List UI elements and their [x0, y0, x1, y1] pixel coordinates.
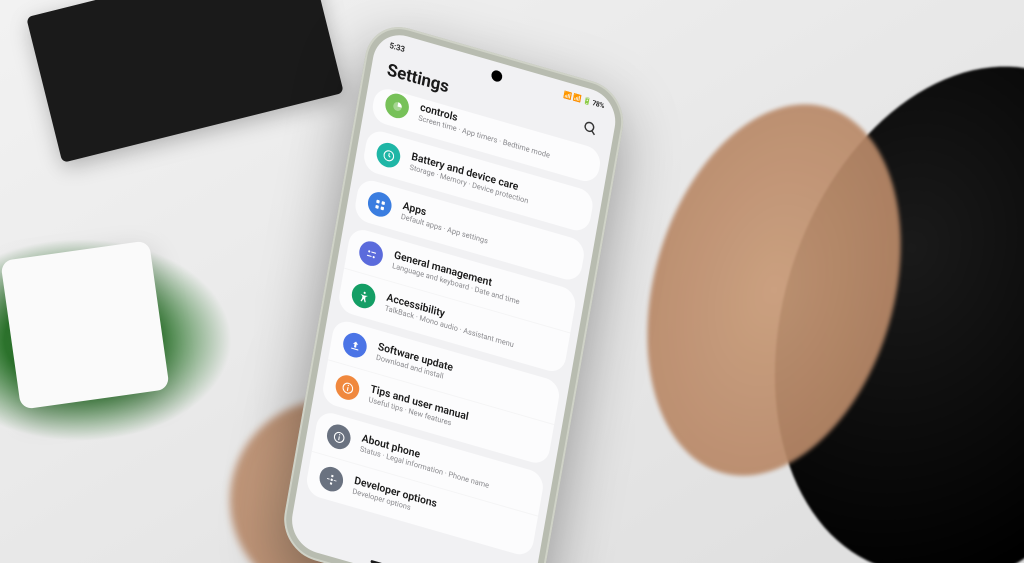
apps-icon — [366, 189, 393, 219]
search-icon[interactable] — [581, 118, 599, 138]
status-time: 5:33 — [389, 40, 406, 53]
notebook-prop — [26, 0, 344, 163]
controls-icon — [383, 91, 410, 121]
software-update-icon — [341, 330, 368, 360]
accessibility-icon — [350, 281, 377, 311]
planter-prop — [0, 240, 169, 409]
general-management-icon — [357, 238, 384, 268]
battery-icon — [375, 140, 402, 170]
developer-options-icon — [318, 464, 345, 494]
about-phone-icon — [325, 422, 352, 452]
status-indicators: 📶 📶 🔋 78% — [563, 91, 605, 110]
tips-icon — [334, 372, 361, 402]
